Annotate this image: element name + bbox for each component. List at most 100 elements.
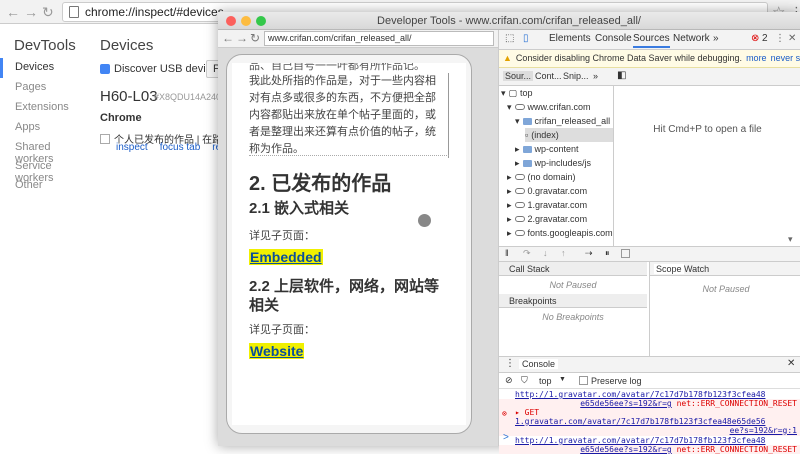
- close-devtools-icon[interactable]: ✕: [788, 33, 796, 44]
- tab-console[interactable]: Console: [595, 33, 632, 44]
- more-nav-tabs[interactable]: »: [593, 71, 598, 81]
- step-over-icon[interactable]: ↷: [523, 248, 531, 259]
- step-out-icon[interactable]: ↑: [561, 248, 566, 258]
- tree-item[interactable]: ▸ wp-content: [515, 142, 579, 156]
- sidebar-item-shared-workers[interactable]: Shared workers: [0, 138, 88, 165]
- discover-usb-row[interactable]: Discover USB devices: [100, 63, 223, 75]
- maximize-window-icon[interactable]: [256, 16, 266, 26]
- tree-item[interactable]: ▸ wp-includes/js: [515, 156, 591, 170]
- embedded-link[interactable]: Embedded: [249, 249, 323, 265]
- tab-console-drawer[interactable]: Console: [519, 359, 559, 369]
- tree-item[interactable]: ▸ 2.gravatar.com: [507, 212, 587, 226]
- log-url[interactable]: http://1.gravatar.com/avatar/7c17d7b178f…: [515, 390, 765, 399]
- minimize-window-icon[interactable]: [241, 16, 251, 26]
- tree-label: www.crifan.com: [527, 102, 591, 112]
- step-into-icon[interactable]: ↓: [543, 248, 548, 258]
- tree-label: (index): [531, 130, 559, 140]
- tree-item[interactable]: ▸ fonts.googleapis.com: [507, 226, 613, 240]
- async-checkbox[interactable]: [621, 249, 630, 258]
- see-subpage-a: 详见子页面：: [249, 230, 315, 242]
- reload-icon[interactable]: ↻: [42, 4, 54, 21]
- call-stack-status: Not Paused: [549, 280, 597, 290]
- tab-network[interactable]: Network: [673, 33, 710, 44]
- tree-item[interactable]: ▾ crifan_released_all: [515, 114, 610, 128]
- tree-label: (no domain): [527, 172, 576, 182]
- collapse-icon: ▸: [507, 185, 512, 196]
- developer-tools-window: Developer Tools - www.crifan.com/crifan_…: [218, 12, 800, 454]
- close-window-icon[interactable]: [226, 16, 236, 26]
- error-url-tail[interactable]: ee?s=192&r=g:1: [730, 426, 797, 435]
- tab-watch[interactable]: Watch: [684, 264, 709, 274]
- subsection-embedded: 2.1 嵌入式相关: [249, 200, 350, 217]
- console-toolbar: ⊘ ⛉ top ▼ Preserve log: [499, 373, 800, 389]
- warning-more-link[interactable]: more: [746, 53, 767, 67]
- collapse-icon: ▸: [515, 157, 520, 168]
- sidebar-item-devices[interactable]: Devices: [0, 58, 88, 78]
- tab-scope[interactable]: Scope: [654, 264, 684, 274]
- tab-sources-nav[interactable]: Sour...: [503, 71, 534, 81]
- log-url[interactable]: e65de56ee?s=192&r=g: [580, 399, 672, 408]
- source-tree: ▾ ▢ top ▾ www.crifan.com ▾ crifan_released_a…: [499, 86, 614, 246]
- filter-icon[interactable]: ⛉: [521, 375, 528, 386]
- debugger-sidebar: Call Stack Not Paused Breakpoints No Bre…: [499, 262, 800, 356]
- page-back-icon[interactable]: ←: [222, 31, 234, 45]
- remote-tab-checkbox[interactable]: [100, 133, 110, 144]
- log-url[interactable]: http://1.gravatar.com/avatar/7c17d7b178f…: [515, 436, 765, 445]
- source-editor[interactable]: Hit Cmd+P to open a file ▾: [614, 86, 800, 246]
- focus-tab-link[interactable]: focus tab: [160, 142, 201, 153]
- toggle-navigator-icon[interactable]: ◧: [617, 70, 626, 81]
- toggle-debugger-icon[interactable]: ▾: [788, 234, 793, 245]
- more-tabs-button[interactable]: »: [713, 33, 719, 44]
- console-drawer: ⋮ Console ✕ ⊘ ⛉ top ▼ Preserve log http:…: [499, 356, 800, 454]
- sidebar-item-service-workers[interactable]: Service workers: [0, 157, 88, 184]
- deactivate-breakpoints-icon[interactable]: ⇢: [585, 248, 593, 259]
- close-drawer-icon[interactable]: ✕: [787, 358, 795, 369]
- page-url-field[interactable]: www.crifan.com/crifan_released_all/: [264, 31, 494, 46]
- tree-item[interactable]: ▸ 0.gravatar.com: [507, 184, 587, 198]
- discover-usb-checkbox[interactable]: [100, 64, 110, 74]
- error-icon: ⊗: [751, 33, 760, 44]
- tree-item[interactable]: ▸ 1.gravatar.com: [507, 198, 587, 212]
- tree-item[interactable]: ▾ ▢ top: [501, 86, 533, 100]
- file-icon: ▫: [525, 130, 529, 140]
- page-forward-icon[interactable]: →: [236, 31, 248, 45]
- inspect-element-icon[interactable]: ⬚: [505, 33, 514, 44]
- folder-icon: [522, 159, 532, 167]
- sidebar-item-extensions[interactable]: Extensions: [0, 98, 88, 118]
- preserve-log-checkbox[interactable]: [579, 376, 588, 385]
- sidebar-item-pages[interactable]: Pages: [0, 78, 88, 98]
- phone-frame: 品、自己自号一一叶都有所作品记。 我此处所指的作品是，对于一些内容相对有点多或很…: [226, 54, 472, 434]
- sidebar-item-other[interactable]: Other: [0, 176, 88, 196]
- clear-console-icon[interactable]: ⊘: [505, 375, 513, 386]
- tree-item[interactable]: ▾ www.crifan.com: [507, 100, 591, 114]
- breakpoints-header[interactable]: Breakpoints: [499, 294, 647, 308]
- forward-icon[interactable]: →: [24, 4, 38, 20]
- call-stack-header[interactable]: Call Stack: [499, 262, 647, 276]
- drawer-menu-icon[interactable]: ⋮: [505, 358, 515, 369]
- warning-never-link[interactable]: never show: [771, 53, 800, 67]
- pause-on-exceptions-icon[interactable]: ⏸: [605, 248, 610, 259]
- tab-elements[interactable]: Elements: [549, 33, 591, 44]
- log-url[interactable]: e65de56ee?s=192&r=g: [580, 445, 672, 454]
- tab-snippets[interactable]: Snip...: [563, 71, 589, 81]
- tab-content-scripts[interactable]: Cont...: [535, 71, 562, 81]
- console-prompt[interactable]: >: [503, 432, 509, 443]
- website-link[interactable]: Website: [249, 343, 305, 359]
- tab-sources[interactable]: Sources: [633, 33, 670, 48]
- inspect-link[interactable]: inspect: [116, 142, 148, 153]
- page-reload-icon[interactable]: ↻: [250, 31, 260, 45]
- settings-kebab-icon[interactable]: ⋮: [775, 33, 785, 44]
- tree-item[interactable]: ▸ (no domain): [507, 170, 576, 184]
- error-url[interactable]: 1.gravatar.com/avatar/7c17d7b178fb123f3c…: [515, 417, 765, 426]
- context-select[interactable]: top: [539, 376, 552, 386]
- phone-screen[interactable]: 品、自己自号一一叶都有所作品记。 我此处所指的作品是，对于一些内容相对有点多或很…: [232, 63, 466, 425]
- back-icon[interactable]: ←: [6, 4, 20, 20]
- error-get-line[interactable]: ▸ GET: [515, 408, 800, 417]
- collapse-icon: ▸: [507, 227, 512, 238]
- sidebar-item-apps[interactable]: Apps: [0, 118, 88, 138]
- device-mode-icon[interactable]: ▯: [523, 33, 529, 44]
- context-dropdown-icon[interactable]: ▼: [559, 376, 566, 383]
- tree-item[interactable]: ▫ (index): [525, 128, 613, 142]
- pause-icon[interactable]: ‖: [505, 248, 509, 258]
- collapse-icon: ▸: [515, 143, 520, 154]
